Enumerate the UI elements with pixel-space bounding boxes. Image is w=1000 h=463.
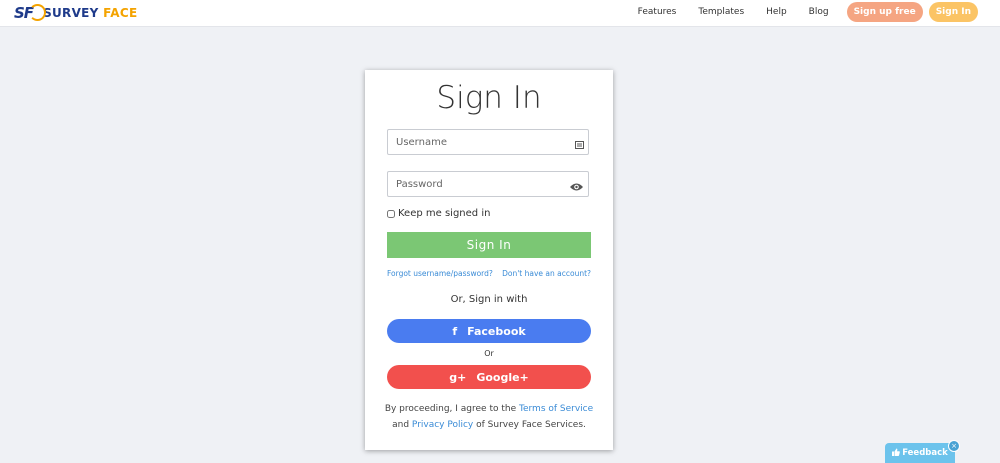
keep-signed-in-label: Keep me signed in [398, 208, 491, 219]
social-signin-heading: Or, Sign in with [450, 294, 528, 305]
main-nav: Features Templates Help Blog Sign up fre… [616, 2, 978, 22]
keep-signed-in-checkbox[interactable] [387, 209, 395, 218]
nav-blog[interactable]: Blog [809, 7, 829, 17]
facebook-f-icon: f [452, 324, 458, 338]
survey-face-logo[interactable]: SF SURVEY FACE [14, 3, 137, 23]
signin-card: Sign In Keep me signed in Sign In Forgot… [365, 70, 613, 450]
feedback-label: Feedback [902, 448, 948, 458]
keep-signed-in-option[interactable]: Keep me signed in [387, 208, 490, 219]
terms-suffix: of Survey Face Services. [476, 420, 586, 430]
id-card-icon [575, 136, 584, 154]
facebook-signin-button[interactable]: f Facebook [387, 319, 591, 343]
account-links: Forgot username/password? Don't have an … [387, 269, 591, 278]
terms-of-service-link[interactable]: Terms of Service [519, 404, 593, 414]
nav-signin-button[interactable]: Sign In [928, 2, 978, 22]
feedback-tab[interactable]: Feedback [885, 443, 955, 463]
username-input[interactable] [388, 130, 566, 154]
google-plus-icon: g+ [449, 370, 467, 384]
logo-ring-graphic [29, 4, 46, 21]
top-navigation-bar: SF SURVEY FACE Features Templates Help B… [0, 0, 1000, 27]
page-title: Sign In [436, 80, 542, 116]
facebook-label: Facebook [467, 324, 526, 338]
password-field[interactable] [387, 171, 589, 197]
brand-name-part1: SURVEY [43, 6, 99, 20]
signup-free-button[interactable]: Sign up free [846, 2, 923, 22]
forgot-credentials-link[interactable]: Forgot username/password? [387, 269, 493, 278]
nav-help[interactable]: Help [766, 7, 787, 17]
brand-name: SURVEY FACE [43, 6, 137, 20]
nav-templates[interactable]: Templates [698, 7, 744, 17]
terms-prefix: By proceeding, I agree to the [384, 404, 517, 414]
nav-features[interactable]: Features [638, 7, 677, 17]
privacy-policy-link[interactable]: Privacy Policy [412, 420, 473, 430]
username-field[interactable] [387, 129, 589, 155]
password-input[interactable] [388, 172, 566, 196]
no-account-link[interactable]: Don't have an account? [502, 269, 591, 278]
close-icon[interactable]: × [948, 440, 960, 452]
terms-notice: By proceeding, I agree to the Terms of S… [365, 401, 613, 433]
thumbs-up-icon [892, 448, 901, 459]
eye-icon[interactable] [569, 179, 584, 197]
or-divider: Or [484, 349, 494, 358]
google-signin-button[interactable]: g+ Google+ [387, 365, 591, 389]
brand-name-part2: FACE [103, 6, 138, 20]
terms-and: and [392, 420, 410, 430]
google-label: Google+ [476, 370, 529, 384]
signin-submit-button[interactable]: Sign In [387, 232, 591, 258]
